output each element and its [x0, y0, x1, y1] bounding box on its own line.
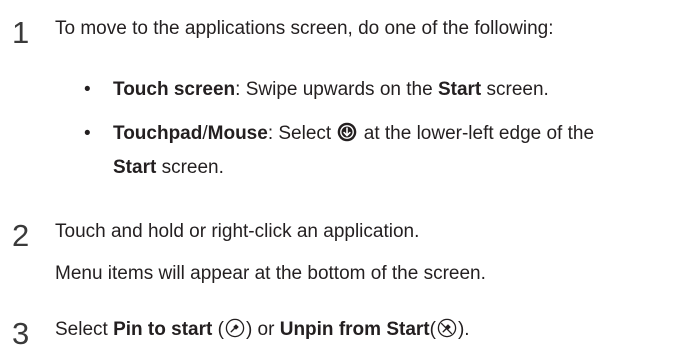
text-run: ). — [457, 319, 470, 340]
bullet-text: Touchpad/Mouse: Select at the lower-left… — [113, 118, 673, 183]
unpin-icon — [437, 318, 457, 346]
text-run: screen. — [481, 79, 549, 100]
bullet-marker: • — [84, 123, 91, 144]
text-run: : Select — [267, 123, 337, 144]
bold-term: Start — [437, 79, 482, 100]
text-run: ( — [212, 319, 224, 340]
text-run: ) or — [245, 319, 280, 340]
step-number: 1 — [12, 15, 30, 50]
bullet-text: Touch screen: Swipe upwards on the Start… — [113, 74, 673, 105]
bold-term: Unpin from Start — [279, 319, 430, 340]
step-number: 3 — [12, 316, 30, 351]
bold-term: Start — [113, 157, 157, 178]
step-number: 2 — [12, 218, 30, 253]
bold-term: Touchpad — [113, 123, 203, 144]
down-arrow-circle-icon — [337, 121, 357, 152]
step-subtext: Menu items will appear at the bottom of … — [55, 263, 486, 284]
step-text: Touch and hold or right-click an applica… — [55, 221, 420, 242]
bold-term: Touch screen — [113, 79, 236, 100]
step-text: Select Pin to start ( ) or Unpin from Sta… — [55, 317, 470, 346]
bold-term: Mouse — [207, 123, 268, 144]
text-run: Select — [55, 319, 114, 340]
text-run: : Swipe upwards on the — [235, 79, 438, 100]
bullet-marker: • — [84, 79, 91, 100]
bold-term: Pin to start — [113, 319, 213, 340]
text-run: at the lower-left edge of the — [358, 123, 595, 144]
text-run: screen. — [156, 157, 224, 178]
step-text: To move to the applications screen, do o… — [55, 18, 554, 39]
text-run: ( — [429, 319, 436, 340]
pin-icon — [225, 318, 245, 346]
